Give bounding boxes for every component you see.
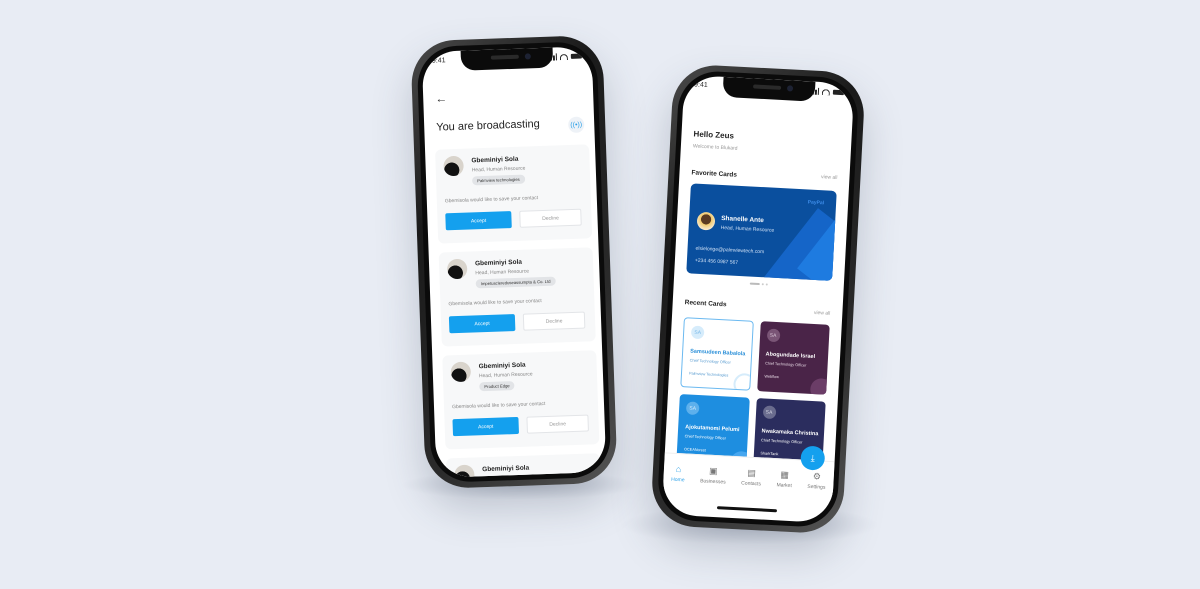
request-message: Gbemisola would like to save your contac… <box>444 195 539 205</box>
request-name: Gbeminiyi Sola <box>471 155 519 165</box>
tab-home[interactable]: ⌂ Home <box>671 463 685 483</box>
avatar <box>454 464 475 478</box>
card-brand-logo: PayPal <box>807 199 825 207</box>
company-tag: Product Edge <box>479 381 515 392</box>
tab-businesses[interactable]: ▣ Businesses <box>699 465 726 486</box>
welcome-text: Welcome to Blukard <box>692 143 738 152</box>
back-arrow-icon[interactable]: ← <box>435 91 447 105</box>
greeting: Hello Zeus <box>693 129 735 141</box>
broadcast-icon[interactable]: ((•)) <box>567 116 585 134</box>
request-message: Gbemisola would like to save your contac… <box>448 298 542 308</box>
recent-cards-title: Recent Cards <box>684 299 727 309</box>
card-company: SharkTank <box>760 451 779 457</box>
decline-button[interactable]: Decline <box>522 311 586 331</box>
card-company: Webflow <box>764 374 780 380</box>
home-indicator[interactable] <box>716 506 778 513</box>
decline-button[interactable]: Decline <box>519 208 582 228</box>
avatar <box>450 361 472 383</box>
card-phone: +234 456 0987 567 <box>694 257 739 266</box>
request-name: Gbeminiyi Sola <box>478 361 526 371</box>
favorite-view-all-link[interactable]: view all <box>821 174 838 181</box>
card-role: Chief Technology Officer <box>765 361 807 368</box>
request-card: Gbeminiyi Sola Head, Human Resource Palm… <box>435 144 593 244</box>
accept-button[interactable]: Accept <box>448 314 516 334</box>
recent-card[interactable]: SA Samsudeen Babalola Chief Technology O… <box>680 317 754 391</box>
card-name: Samsudeen Babalola <box>690 348 746 358</box>
card-name: Ajokutamomi Pelumi <box>685 424 740 434</box>
card-name: Nwakamaka Christina <box>761 428 819 438</box>
recent-card[interactable]: SA Abogundade Israel Chief Technology Of… <box>756 321 830 395</box>
avatar <box>696 211 716 231</box>
avatar <box>443 155 464 177</box>
battery-icon <box>832 89 845 96</box>
decline-button[interactable]: Decline <box>526 414 589 434</box>
tab-label: Businesses <box>699 477 726 486</box>
company-tag: Palmview technologies <box>471 174 525 186</box>
card-role: Chief Technology Officer <box>761 438 803 445</box>
download-icon: ⤓ <box>810 452 816 463</box>
request-role: Head, Human Resource <box>478 371 533 380</box>
broadcast-screen: 9:41 ← You are broadcasting ((•)) Gbemin… <box>421 46 607 478</box>
home-screen: 9:41 Hello Zeus Welcome to Blukard Favor… <box>661 74 855 524</box>
card-company: Palmview Technologies <box>688 371 729 378</box>
phone-home: 9:41 Hello Zeus Welcome to Blukard Favor… <box>650 63 866 535</box>
card-company: OCEANcrest <box>683 447 706 453</box>
accept-button[interactable]: Accept <box>452 416 520 437</box>
status-time: 9:41 <box>431 57 446 65</box>
recent-view-all-link[interactable]: view all <box>814 310 831 317</box>
tab-market[interactable]: ▦ Market <box>776 468 792 489</box>
avatar <box>446 258 468 280</box>
briefcase-icon: ▣ <box>708 465 719 476</box>
request-name: Gbeminiyi Sola <box>474 258 523 268</box>
accept-button[interactable]: Accept <box>445 211 512 231</box>
wifi-icon <box>821 88 831 95</box>
tab-contacts[interactable]: ▤ Contacts <box>741 467 762 487</box>
favorite-card[interactable]: PayPal Shanelle Ante Head, Human Resourc… <box>686 183 837 281</box>
request-list: Gbeminiyi Sola Head, Human Resource Palm… <box>435 144 604 478</box>
phone-bezel: 9:41 Hello Zeus Welcome to Blukard Favor… <box>656 69 860 529</box>
notch <box>722 76 816 102</box>
request-role: Head, Human Resource <box>471 165 526 174</box>
status-time: 9:41 <box>693 81 708 90</box>
phone-broadcasting: 9:41 ← You are broadcasting ((•)) Gbemin… <box>410 34 618 490</box>
company-logo-icon <box>732 372 754 391</box>
notch <box>460 47 554 71</box>
initials-avatar: SA <box>685 401 700 416</box>
initials-avatar: SA <box>690 325 705 340</box>
request-card: Gbeminiyi Sola Head, Human Resource Prod… <box>442 350 600 450</box>
card-name: Abogundade Israel <box>765 351 816 361</box>
request-role: Head, Human Resource <box>475 268 530 277</box>
store-icon: ▦ <box>780 468 790 480</box>
initials-avatar: SA <box>766 328 780 343</box>
card-email: elsielonge@palmviewtech.com <box>695 245 765 256</box>
tab-label: Home <box>671 476 685 483</box>
card-role: Chief Technology Officer <box>689 358 731 365</box>
wifi-icon <box>559 53 568 60</box>
request-message: Gbemisola would like to save your contac… <box>451 400 546 411</box>
company-logo-icon <box>809 377 830 395</box>
card-role: Chief Technology Officer <box>684 434 726 441</box>
request-card: Gbeminiyi Sola Head, Human Resource Impe… <box>438 247 596 347</box>
card-name: Shanelle Ante <box>720 214 765 225</box>
initials-avatar: SA <box>762 405 776 420</box>
home-icon: ⌂ <box>675 463 682 474</box>
contacts-icon: ▤ <box>747 467 757 478</box>
tab-label: Market <box>776 481 792 489</box>
carousel-dots[interactable] <box>749 282 768 286</box>
card-role: Head, Human Resource <box>720 224 775 234</box>
gear-icon: ⚙ <box>812 470 822 482</box>
request-card: Gbeminiyi Sola <box>445 453 604 478</box>
request-name: Gbeminiyi Sola <box>482 464 530 474</box>
company-tag: Impetusclereduseassumpta & Co. Ltd <box>475 276 556 289</box>
tab-label: Contacts <box>741 479 762 487</box>
tab-settings[interactable]: ⚙ Settings <box>807 470 826 491</box>
phone-bezel: 9:41 ← You are broadcasting ((•)) Gbemin… <box>416 40 612 484</box>
battery-icon <box>570 53 582 59</box>
tab-label: Settings <box>807 483 826 491</box>
page-title: You are broadcasting <box>436 118 540 134</box>
favorite-cards-title: Favorite Cards <box>691 169 738 179</box>
